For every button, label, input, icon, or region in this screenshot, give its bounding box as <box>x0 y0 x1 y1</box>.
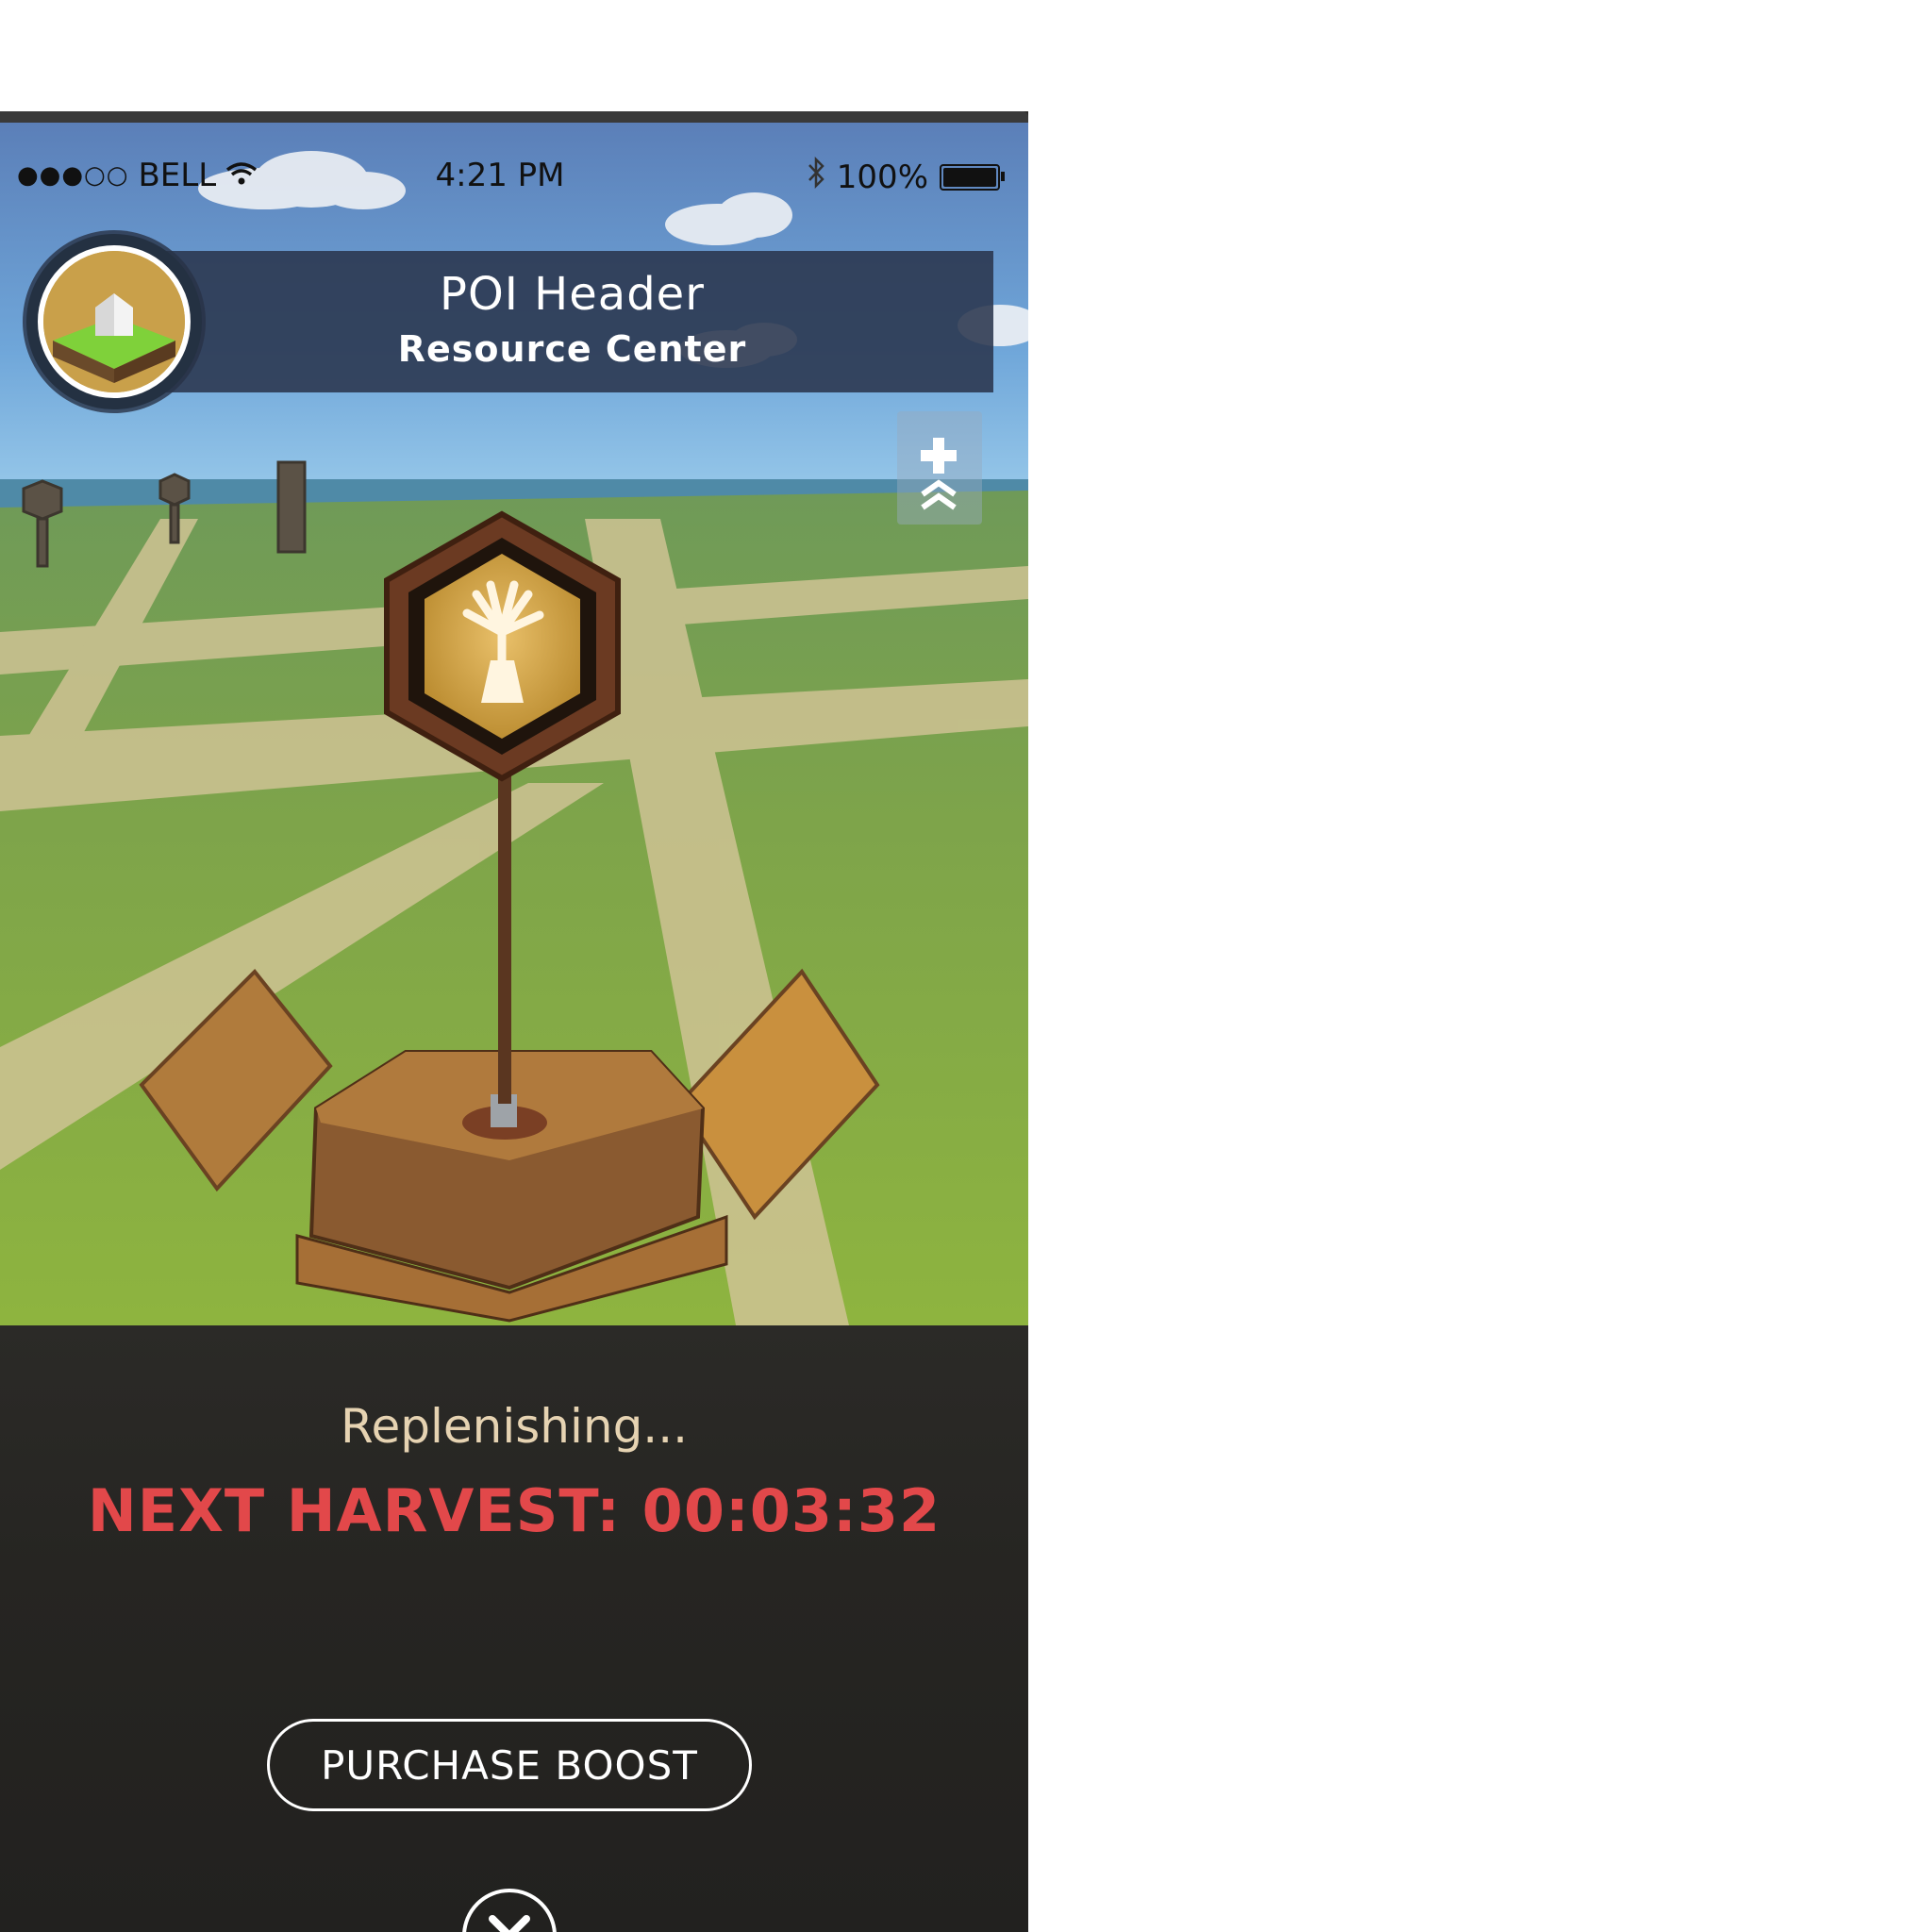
poi-title: POI Header <box>440 268 705 321</box>
status-bar: ●●●○○ BELL 4:21 PM 100% <box>0 147 1028 204</box>
close-button[interactable] <box>462 1889 557 1932</box>
harvest-panel: Replenishing... NEXT HARVEST: 00:03:32 P… <box>0 1325 1028 1932</box>
close-icon[interactable] <box>484 1910 535 1932</box>
battery-percent: 100% <box>836 158 928 196</box>
poi-avatar[interactable] <box>26 234 202 409</box>
purchase-boost-button[interactable]: PURCHASE BOOST <box>267 1719 752 1811</box>
bluetooth-icon <box>807 156 825 197</box>
status-text: Replenishing... <box>341 1399 688 1454</box>
harvest-timer: NEXT HARVEST: 00:03:32 <box>87 1476 941 1545</box>
phone-bezel-edge <box>0 111 1028 123</box>
double-chevron-up-icon[interactable] <box>921 479 957 510</box>
plus-icon[interactable] <box>921 438 957 474</box>
battery-fill <box>943 167 996 187</box>
battery-icon <box>940 163 1005 191</box>
house-on-tile-icon <box>43 251 185 392</box>
poi-subtitle: Resource Center <box>397 328 747 370</box>
map-zoom-control[interactable] <box>897 411 982 525</box>
phone-screen: ●●●○○ BELL 4:21 PM 100% POI Header Resou… <box>0 111 1028 1932</box>
poi-header: POI Header Resource Center <box>151 251 993 392</box>
